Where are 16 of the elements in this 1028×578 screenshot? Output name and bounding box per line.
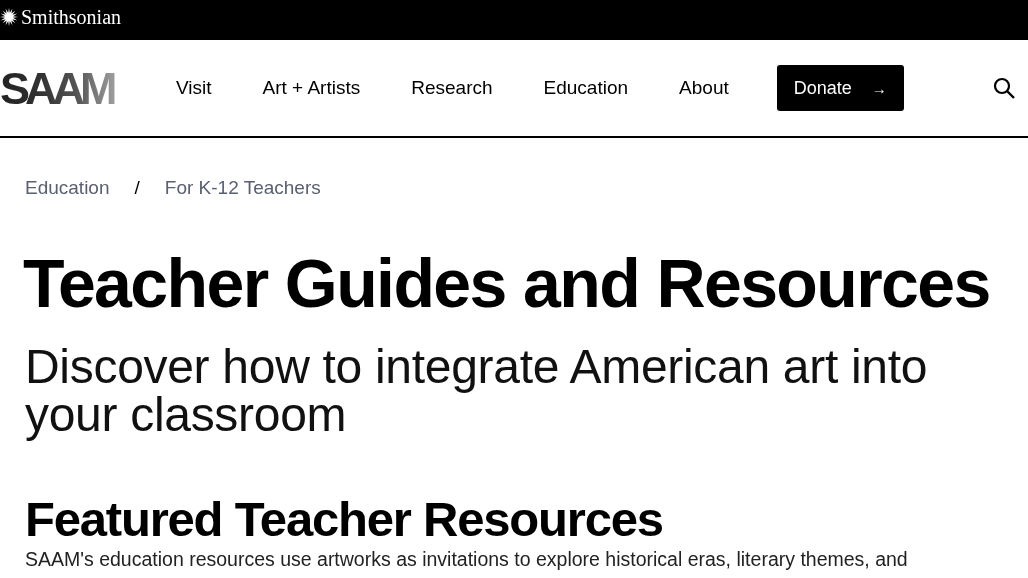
nav-link[interactable]: Visit [176, 77, 212, 99]
sunburst-icon [0, 8, 18, 26]
donate-button[interactable]: Donate → [776, 65, 904, 111]
page-title: Teacher Guides and Resources [23, 244, 991, 323]
section-text: SAAM's education resources use artworks as invitations to explore historical eras, literary themes, and [25, 547, 909, 571]
breadcrumb-link[interactable]: For K-12 Teachers [164, 177, 321, 199]
page-subtitle: Discover how to integrate American art into your classroom [25, 343, 929, 439]
search-icon[interactable] [992, 76, 1016, 100]
nav-link[interactable]: Education [543, 77, 629, 99]
nav-link[interactable]: Research [411, 77, 493, 99]
breadcrumb-link[interactable]: Education [25, 177, 110, 199]
nav-link[interactable]: About [679, 77, 729, 99]
smithsonian-link[interactable]: Smithsonian [0, 5, 121, 29]
nav-link[interactable]: Art + Artists [262, 77, 361, 99]
breadcrumb-separator: / [134, 177, 140, 199]
section-heading: Featured Teacher Resources [25, 491, 664, 547]
